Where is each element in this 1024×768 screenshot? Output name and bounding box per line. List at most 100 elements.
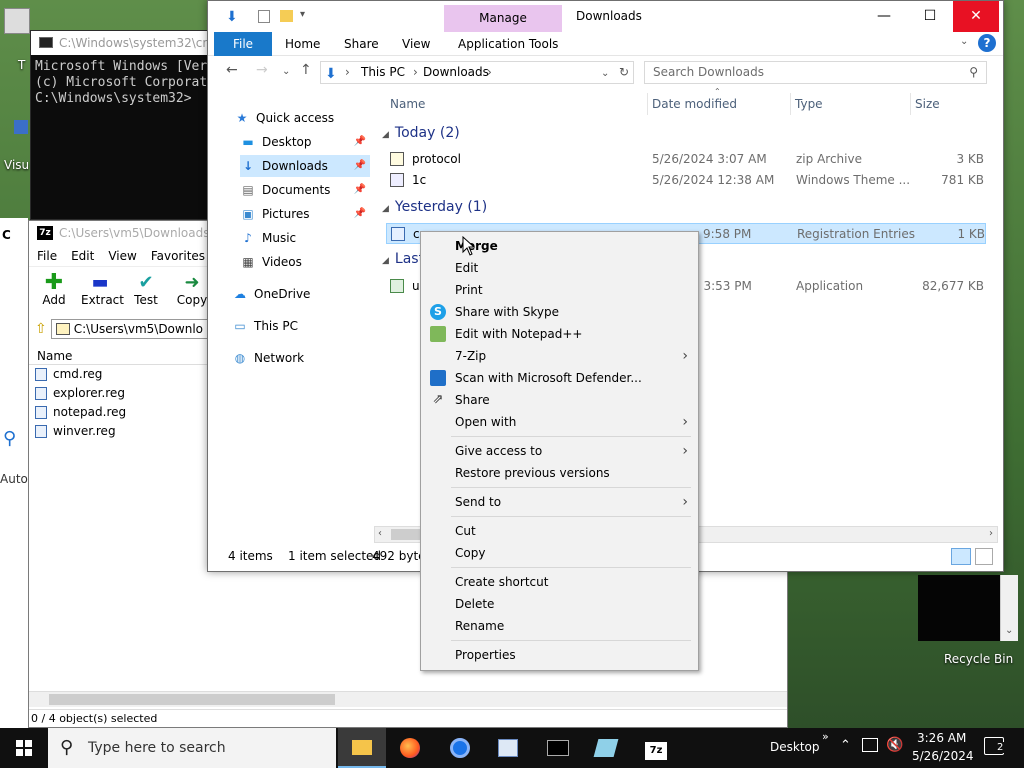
sidebar-item-this-pc[interactable]: ▭ This PC xyxy=(232,315,370,337)
scroll-down-icon[interactable]: ⌄ xyxy=(1005,625,1013,636)
sidebar-item-music[interactable]: ♪ Music xyxy=(240,227,370,249)
menu-item-copy[interactable]: Copy xyxy=(421,542,698,564)
menu-item-share[interactable]: ⇗ Share xyxy=(421,389,698,411)
menu-item-give-access-to[interactable]: Give access to › xyxy=(421,440,698,462)
pin-icon[interactable]: 📌 xyxy=(354,203,366,225)
recycle-bin-label[interactable]: Recycle Bin xyxy=(944,652,1013,666)
up-arrow-icon[interactable]: ↑ xyxy=(300,62,312,78)
address-bar[interactable]: ⬇ › This PC › Downloads › ⌄ ↻ xyxy=(320,61,634,84)
volume-muted-icon[interactable]: 🔇 xyxy=(886,737,903,753)
quick-access-dropdown-icon[interactable]: ▾ xyxy=(300,9,305,20)
recent-locations-icon[interactable]: ⌄ xyxy=(282,66,290,77)
address-dropdown-icon[interactable]: ⌄ xyxy=(601,63,609,84)
menu-item-rename[interactable]: Rename xyxy=(421,615,698,637)
menu-item-edit-with-notepad-plus-plus[interactable]: Edit with Notepad++ xyxy=(421,323,698,345)
sidebar-item-downloads[interactable]: ↓ Downloads 📌 xyxy=(240,155,370,177)
context-menu[interactable]: Merge Edit Print S Share with Skype Edit … xyxy=(420,231,699,671)
minimize-button[interactable]: — xyxy=(861,1,907,32)
pin-icon[interactable]: 📌 xyxy=(354,155,366,177)
sevenzip-horizontal-scrollbar[interactable] xyxy=(29,691,787,707)
menu-item-cut[interactable]: Cut xyxy=(421,520,698,542)
group-header-today[interactable]: ◢ Today (2) xyxy=(382,125,460,141)
sidebar-item-onedrive[interactable]: ☁ OneDrive xyxy=(232,283,370,305)
sevenzip-menu-view[interactable]: View xyxy=(108,245,136,266)
taskbar-notepad[interactable] xyxy=(582,728,630,768)
pin-icon[interactable]: 📌 xyxy=(354,179,366,201)
back-arrow-icon[interactable]: ← xyxy=(226,62,238,78)
menu-item-scan-with-defender[interactable]: Scan with Microsoft Defender... xyxy=(421,367,698,389)
column-header-type[interactable]: Type xyxy=(791,93,911,115)
cmd-output[interactable]: Microsoft Windows [Ver (c) Microsoft Corp… xyxy=(31,55,219,111)
maximize-button[interactable]: ☐ xyxy=(907,1,953,32)
sidebar-item-videos[interactable]: ▦ Videos xyxy=(240,251,370,273)
downloads-quick-icon[interactable]: ⬇ xyxy=(226,9,238,25)
sidebar-item-quick-access[interactable]: ★ Quick access xyxy=(234,107,369,129)
column-header-size[interactable]: Size xyxy=(911,93,989,115)
desktop-shortcut-icon[interactable] xyxy=(4,8,30,34)
scroll-right-icon[interactable]: › xyxy=(989,528,993,539)
network-tray-icon[interactable] xyxy=(862,738,878,752)
table-row[interactable]: protocol 5/26/2024 3:07 AM zip Archive 3… xyxy=(386,149,986,170)
sevenzip-extract-button[interactable]: ▬ Extract xyxy=(81,267,124,317)
taskbar-chrome[interactable] xyxy=(436,728,484,768)
up-folder-icon[interactable]: ⇧ xyxy=(35,321,47,337)
desktop-app-icon[interactable] xyxy=(14,120,28,134)
menu-item-create-shortcut[interactable]: Create shortcut xyxy=(421,571,698,593)
manage-context-tab[interactable]: Manage xyxy=(444,5,562,32)
sidebar-item-desktop[interactable]: ▬ Desktop 📌 xyxy=(240,131,370,153)
menu-item-restore-previous-versions[interactable]: Restore previous versions xyxy=(421,462,698,484)
taskbar-desktop-toolbar[interactable]: Desktop xyxy=(770,740,820,754)
refresh-icon[interactable]: ↻ xyxy=(619,62,629,83)
sevenzip-menu-edit[interactable]: Edit xyxy=(71,245,94,266)
scrollbar-thumb[interactable] xyxy=(49,694,335,705)
tab-home[interactable]: Home xyxy=(285,32,320,56)
sidebar-item-pictures[interactable]: ▣ Pictures 📌 xyxy=(240,203,370,225)
breadcrumb-downloads[interactable]: Downloads xyxy=(423,62,489,83)
menu-item-edit[interactable]: Edit xyxy=(421,257,698,279)
tab-file[interactable]: File xyxy=(214,32,272,56)
details-view-icon[interactable] xyxy=(951,548,971,565)
clock-time[interactable]: 3:26 AM xyxy=(917,731,966,745)
new-folder-quick-icon[interactable] xyxy=(280,10,293,22)
start-button[interactable] xyxy=(0,728,48,768)
menu-item-send-to[interactable]: Send to › xyxy=(421,491,698,513)
column-header-name[interactable]: Name xyxy=(386,93,648,115)
column-header-date-modified[interactable]: Date modified xyxy=(648,93,791,115)
tab-view[interactable]: View xyxy=(402,32,430,56)
menu-item-delete[interactable]: Delete xyxy=(421,593,698,615)
tab-application-tools[interactable]: Application Tools xyxy=(458,32,558,56)
large-icons-view-icon[interactable] xyxy=(975,548,993,565)
pin-icon[interactable]: 📌 xyxy=(354,131,366,153)
table-row[interactable]: 1c 5/26/2024 12:38 AM Windows Theme ... … xyxy=(386,170,986,191)
menu-item-print[interactable]: Print xyxy=(421,279,698,301)
taskbar-file-explorer[interactable] xyxy=(338,728,386,768)
taskbar-firefox[interactable] xyxy=(386,728,434,768)
menu-item-7-zip[interactable]: 7-Zip › xyxy=(421,345,698,367)
breadcrumb-this-pc[interactable]: This PC xyxy=(361,62,405,83)
sidebar-item-documents[interactable]: ▤ Documents 📌 xyxy=(240,179,370,201)
cmd-window[interactable]: C:\Windows\system32\cmd.exe Microsoft Wi… xyxy=(30,30,220,220)
forward-arrow-icon[interactable]: → xyxy=(256,62,268,78)
close-button[interactable]: ✕ xyxy=(953,1,999,32)
tab-share[interactable]: Share xyxy=(344,32,379,56)
menu-item-open-with[interactable]: Open with › xyxy=(421,411,698,433)
sevenzip-menu-file[interactable]: File xyxy=(37,245,57,266)
help-icon[interactable]: ? xyxy=(978,34,996,52)
toolbar-expand-icon[interactable]: » xyxy=(822,730,829,743)
taskbar-command-prompt[interactable] xyxy=(534,728,582,768)
menu-item-share-with-skype[interactable]: S Share with Skype xyxy=(421,301,698,323)
sevenzip-add-button[interactable]: ✚ Add xyxy=(35,267,73,317)
background-vertical-scrollbar[interactable]: ⌄ xyxy=(1000,575,1018,641)
taskbar-7zip[interactable]: 7z xyxy=(632,728,680,768)
clock-date[interactable]: 5/26/2024 xyxy=(912,749,974,763)
group-header-yesterday[interactable]: ◢ Yesterday (1) xyxy=(382,199,487,215)
sevenzip-menu-favorites[interactable]: Favorites xyxy=(151,245,205,266)
sevenzip-copy-button[interactable]: ➜ Copy xyxy=(173,267,211,317)
sidebar-item-network[interactable]: ◍ Network xyxy=(232,347,370,369)
group-header-last[interactable]: ◢ Last xyxy=(382,251,424,267)
sevenzip-test-button[interactable]: ✔ Test xyxy=(127,267,165,317)
ribbon-expand-icon[interactable]: ⌄ xyxy=(960,36,968,47)
taskbar-registry-app[interactable] xyxy=(484,728,532,768)
search-input[interactable]: Search Downloads ⚲ xyxy=(644,61,987,84)
scroll-left-icon[interactable]: ‹ xyxy=(378,528,382,539)
